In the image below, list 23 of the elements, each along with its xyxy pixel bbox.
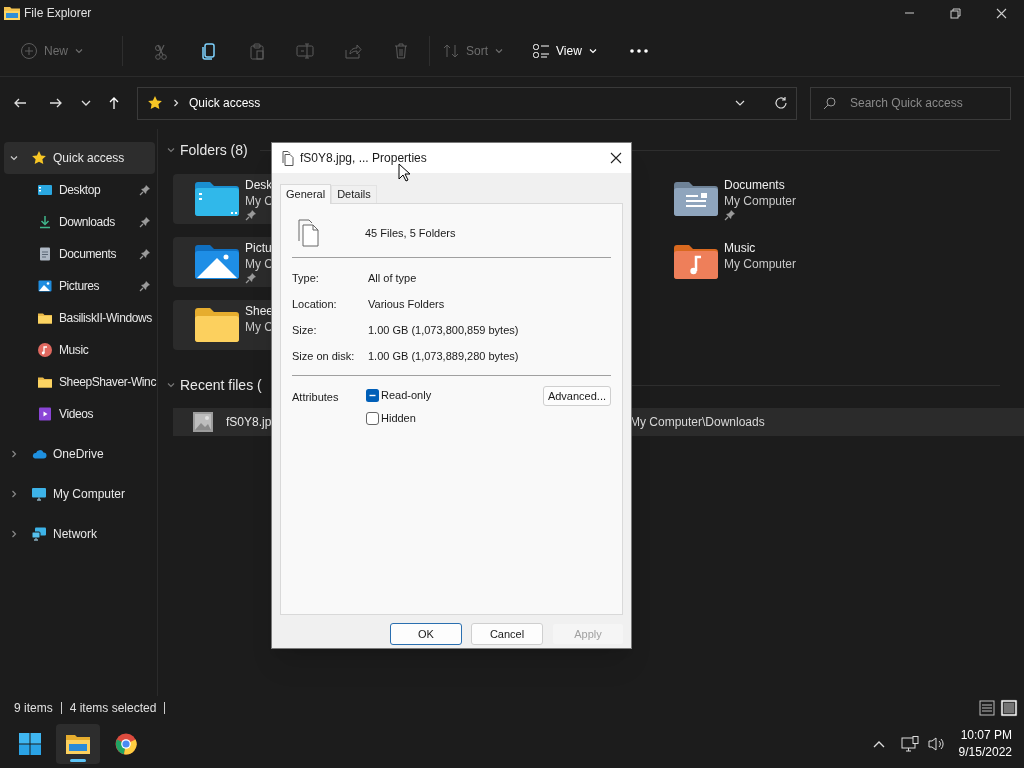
field-value: 1.00 GB (1,073,800,859 bytes)	[368, 322, 519, 338]
folder-location: My Computer	[724, 193, 797, 209]
file-name: fS0Y8.jp	[226, 414, 272, 431]
dialog-title: fS0Y8.jpg, ... Properties	[300, 150, 427, 167]
folder-name: Desk	[245, 177, 273, 193]
folder-name: Pictu	[245, 240, 273, 256]
field-label: Type:	[292, 270, 320, 286]
field-value: 1.00 GB (1,073,889,280 bytes)	[368, 348, 519, 364]
section-heading: Folders (8)	[180, 140, 248, 160]
item-count: 9 items	[14, 700, 53, 717]
field-label: Size:	[292, 322, 318, 338]
field-value: Various Folders	[368, 296, 445, 312]
field-value: All of type	[368, 270, 417, 286]
field-label: Attributes	[292, 390, 340, 405]
summary-text: 45 Files, 5 Folders	[365, 225, 456, 241]
window-title: File Explorer	[24, 5, 92, 22]
field-label: Size on disk:	[292, 348, 356, 364]
section-heading: Recent files (	[180, 375, 262, 395]
selection-count: 4 items selected	[69, 700, 157, 717]
folder-name: Documents	[724, 177, 786, 193]
field-label: Location:	[292, 296, 338, 312]
folder-location: My Computer	[724, 256, 797, 272]
folder-name: Music	[724, 240, 757, 256]
